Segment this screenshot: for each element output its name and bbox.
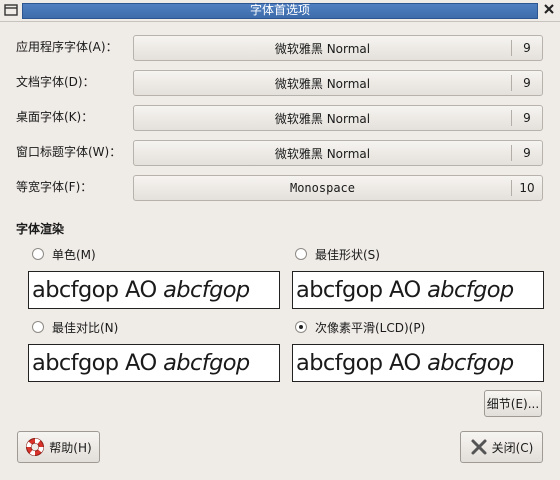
- font-size: 9: [523, 111, 531, 125]
- monospace-font-button[interactable]: Monospace 10: [133, 175, 543, 201]
- font-rendering-heading: 字体渲染: [16, 222, 65, 236]
- font-size: 9: [523, 146, 531, 160]
- desktop-font-label: 桌面字体(K)：: [16, 110, 94, 124]
- details-button[interactable]: 细节(E)...: [484, 390, 542, 417]
- sample-text-italic: abcfgop: [163, 350, 250, 376]
- sample-text-italic: abcfgop: [427, 277, 514, 303]
- radio-indicator: [32, 321, 44, 333]
- close-button-label: 关闭(C): [491, 440, 534, 455]
- title-bar: 字体首选项: [0, 0, 560, 22]
- font-name: Monospace: [289, 181, 356, 195]
- font-size: 9: [523, 41, 531, 55]
- radio-best-contrast[interactable]: 最佳对比(N): [32, 319, 118, 335]
- monospace-font-label: 等宽字体(F)：: [16, 180, 93, 194]
- font-size: 9: [523, 76, 531, 90]
- window-title: 字体首选项: [249, 3, 310, 17]
- lifebuoy-icon: [25, 437, 45, 457]
- document-font-button[interactable]: 微软雅黑 Normal 9: [133, 70, 543, 96]
- best-shapes-preview[interactable]: abcfgop AO abcfgop: [292, 271, 544, 309]
- font-name: 微软雅黑 Normal: [274, 76, 371, 91]
- radio-indicator: [295, 248, 307, 260]
- sample-text: abcfgop AO: [296, 350, 428, 376]
- radio-best-shapes[interactable]: 最佳形状(S): [295, 246, 380, 262]
- font-name: 微软雅黑 Normal: [274, 146, 371, 161]
- radio-label: 次像素平滑(LCD)(P): [315, 320, 426, 335]
- window-menu-icon[interactable]: [3, 3, 19, 19]
- x-icon: [470, 438, 488, 456]
- details-button-label: 细节(E)...: [486, 397, 540, 411]
- sample-text: abcfgop AO: [32, 350, 164, 376]
- close-button[interactable]: 关闭(C): [460, 431, 543, 463]
- application-font-button[interactable]: 微软雅黑 Normal 9: [133, 35, 543, 61]
- help-button[interactable]: 帮助(H): [17, 431, 100, 463]
- sample-text: abcfgop AO: [296, 277, 428, 303]
- monochrome-preview[interactable]: abcfgop AO abcfgop: [28, 271, 280, 309]
- help-button-label: 帮助(H): [49, 440, 92, 455]
- radio-subpixel-lcd[interactable]: 次像素平滑(LCD)(P): [295, 319, 425, 335]
- window-title-font-button[interactable]: 微软雅黑 Normal 9: [133, 140, 543, 166]
- font-size: 10: [519, 181, 535, 195]
- radio-label: 最佳对比(N): [52, 320, 119, 335]
- font-name: 微软雅黑 Normal: [274, 41, 371, 56]
- radio-label: 最佳形状(S): [315, 247, 380, 262]
- subpixel-preview[interactable]: abcfgop AO abcfgop: [292, 344, 544, 382]
- sample-text-italic: abcfgop: [163, 277, 250, 303]
- desktop-font-button[interactable]: 微软雅黑 Normal 9: [133, 105, 543, 131]
- application-font-label: 应用程序字体(A)：: [16, 40, 118, 54]
- best-contrast-preview[interactable]: abcfgop AO abcfgop: [28, 344, 280, 382]
- radio-indicator-selected: [295, 321, 307, 333]
- radio-monochrome[interactable]: 单色(M): [32, 246, 96, 262]
- document-font-label: 文档字体(D)：: [16, 75, 95, 89]
- font-name: 微软雅黑 Normal: [274, 111, 371, 126]
- window-title-font-label: 窗口标题字体(W)：: [16, 145, 122, 159]
- sample-text: abcfgop AO: [32, 277, 164, 303]
- close-icon[interactable]: [541, 3, 557, 19]
- sample-text-italic: abcfgop: [427, 350, 514, 376]
- radio-label: 单色(M): [52, 247, 96, 262]
- radio-indicator: [32, 248, 44, 260]
